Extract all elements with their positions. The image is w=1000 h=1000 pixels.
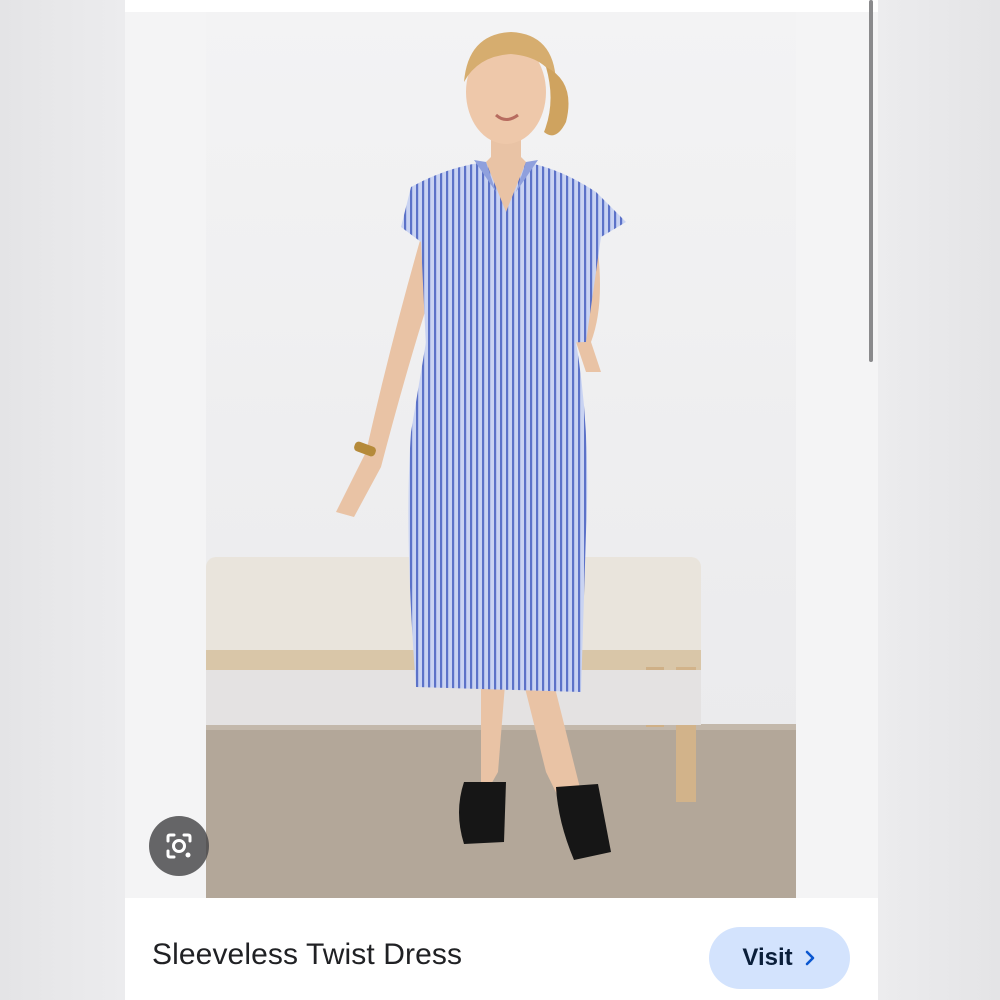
chevron-right-icon xyxy=(805,950,814,966)
scrollbar[interactable] xyxy=(869,0,873,362)
google-lens-icon xyxy=(166,833,192,859)
google-lens-button[interactable] xyxy=(149,816,209,876)
right-backdrop xyxy=(878,0,1000,1000)
image-frame xyxy=(125,12,878,898)
visit-button[interactable]: Visit xyxy=(709,927,850,989)
product-photo[interactable] xyxy=(206,12,796,898)
card-top-strip xyxy=(125,0,878,12)
dress-model-illustration xyxy=(206,12,796,898)
image-result-card: Sleeveless Twist Dress Visit xyxy=(125,0,878,1000)
visit-label: Visit xyxy=(742,944,793,971)
product-title[interactable]: Sleeveless Twist Dress xyxy=(152,938,462,972)
left-backdrop xyxy=(0,0,125,1000)
